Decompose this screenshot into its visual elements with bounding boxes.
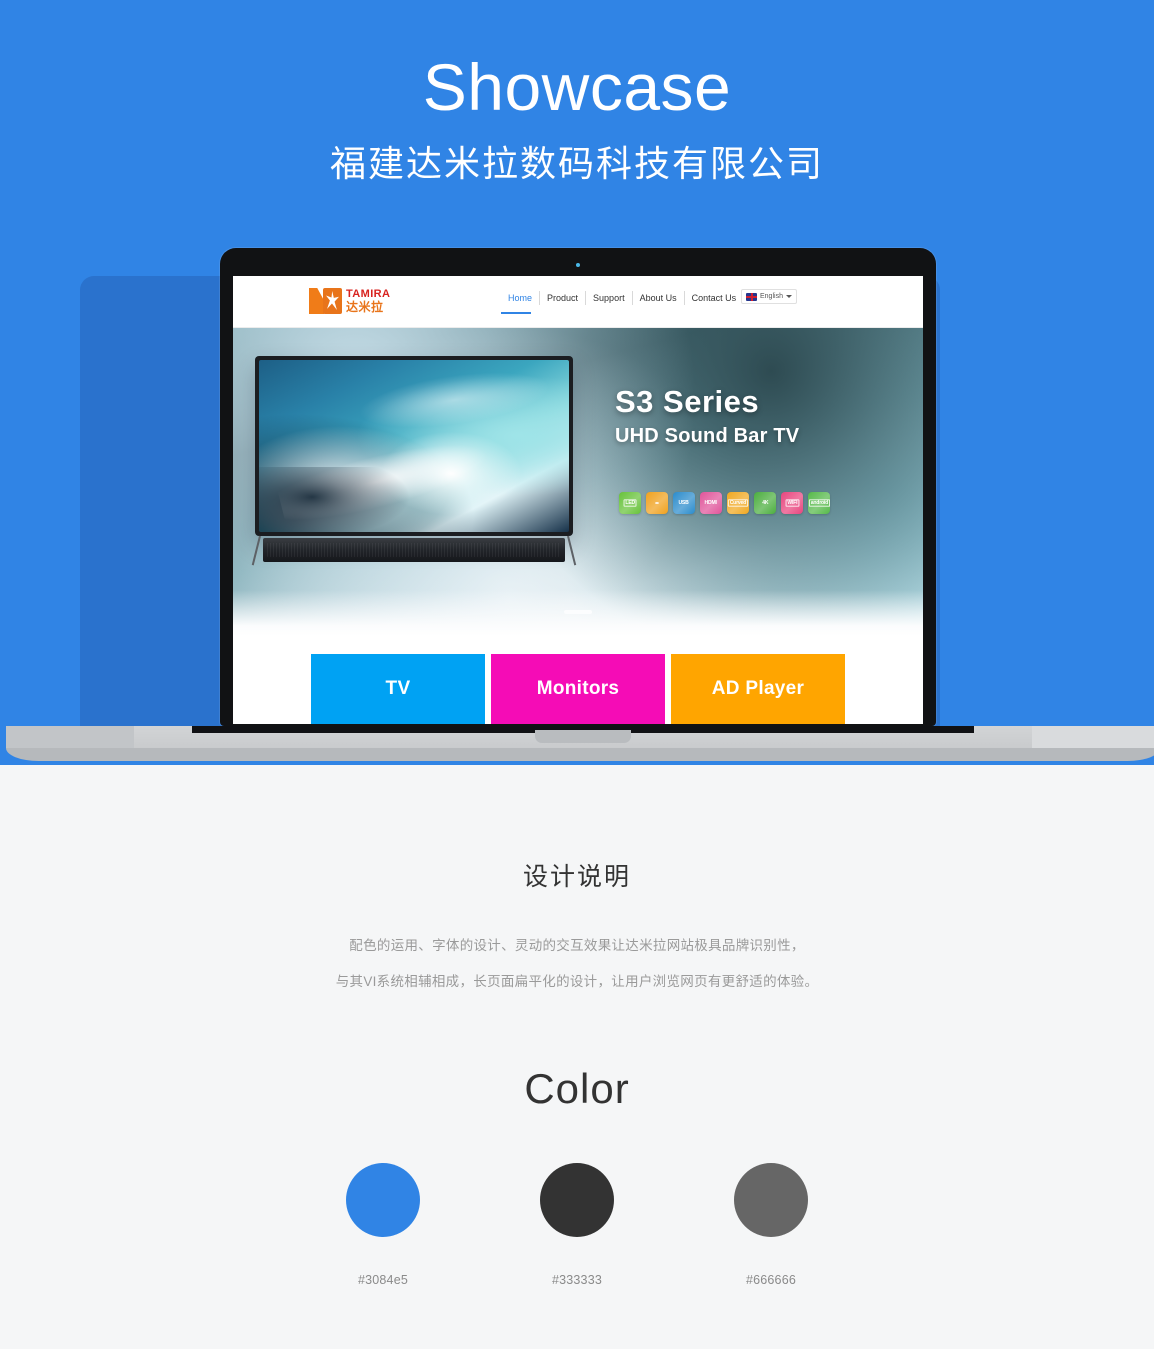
chevron-down-icon: [785, 295, 792, 298]
swatch-circle: [540, 1163, 614, 1237]
webcam-icon: [576, 263, 580, 267]
site-navbar: TAMIRA 达米拉 Home Product Support About Us…: [233, 276, 923, 328]
design-description: 配色的运用、字体的设计、灵动的交互效果让达米拉网站极具品牌识别性， 与其VI系统…: [0, 928, 1154, 1000]
nav-item-about-us[interactable]: About Us: [631, 291, 684, 305]
badge-curved: Curved: [727, 492, 749, 514]
badge-led: LED: [619, 492, 641, 514]
nav-active-indicator: [501, 312, 531, 314]
banner-subtitle: UHD Sound Bar TV: [615, 425, 800, 447]
design-line-1: 配色的运用、字体的设计、灵动的交互效果让达米拉网站极具品牌识别性，: [349, 938, 805, 953]
nav-item-support[interactable]: Support: [585, 291, 632, 305]
swatch-label: #666666: [745, 1273, 797, 1287]
language-selector[interactable]: English: [741, 289, 797, 304]
badge-usb: USB: [673, 492, 695, 514]
badge-wifi: WIFI: [781, 492, 803, 514]
swatch-mid-gray: #666666: [731, 1163, 811, 1287]
tile-monitors[interactable]: Monitors: [491, 654, 665, 724]
banner-copy: S3 Series UHD Sound Bar TV: [615, 384, 905, 449]
category-tiles: TV Monitors AD Player: [233, 636, 923, 724]
lower-section: 设计说明 配色的运用、字体的设计、灵动的交互效果让达米拉网站极具品牌识别性， 与…: [0, 765, 1154, 1349]
design-line-2: 与其VI系统相辅相成，长页面扁平化的设计，让用户浏览网页有更舒适的体验。: [335, 974, 819, 989]
tv-frame: [255, 356, 573, 536]
tv-screen-wallpaper: [259, 360, 569, 532]
site-hero-banner: S3 Series UHD Sound Bar TV LED USB HDMI …: [233, 328, 923, 636]
color-swatches: #3084e5 #333333 #666666: [0, 1163, 1154, 1287]
tile-ad-player[interactable]: AD Player: [671, 654, 845, 724]
page-subtitle: 福建达米拉数码科技有限公司: [329, 143, 824, 184]
logo-brand-cn: 达米拉: [346, 300, 384, 314]
badge-4k: 4K: [754, 492, 776, 514]
badge-hdmi: HDMI: [700, 492, 722, 514]
swatch-dark-gray: #333333: [537, 1163, 617, 1287]
nav-item-product[interactable]: Product: [539, 291, 585, 305]
laptop-mockup: TAMIRA 达米拉 Home Product Support About Us…: [6, 248, 1154, 765]
hero-section: Showcase 福建达米拉数码科技有限公司 TAMIRA 达米拉 Home P…: [0, 0, 1154, 765]
tv-leg-left: [251, 535, 261, 566]
language-label: English: [760, 293, 783, 300]
tv-leg-right: [567, 535, 577, 566]
device-connector-icon: [655, 502, 659, 504]
feature-badges: LED USB HDMI Curved 4K WIFI android: [619, 492, 830, 514]
site-logo[interactable]: TAMIRA 达米拉: [309, 285, 390, 317]
tv-sound-bar: [263, 538, 565, 562]
logo-brand-en: TAMIRA: [346, 288, 391, 300]
swatch-circle: [734, 1163, 808, 1237]
uk-flag-icon: [746, 292, 757, 301]
carousel-indicator[interactable]: [564, 610, 592, 614]
site-nav-links: Home Product Support About Us Contact Us: [501, 291, 743, 305]
color-heading: Color: [524, 1065, 630, 1112]
page-title: Showcase: [422, 50, 732, 124]
swatch-circle: [346, 1163, 420, 1237]
banner-title: S3 Series: [615, 384, 760, 419]
showcase-page: Showcase 福建达米拉数码科技有限公司 TAMIRA 达米拉 Home P…: [0, 0, 1154, 1349]
swatch-primary-blue: #3084e5: [343, 1163, 423, 1287]
tv-product-image: [251, 356, 577, 568]
swatch-label: #3084e5: [357, 1273, 409, 1287]
badge-device-connector: [646, 492, 668, 514]
nav-item-home[interactable]: Home: [501, 291, 539, 305]
swatch-label: #333333: [551, 1273, 603, 1287]
laptop-base-notch: [535, 730, 631, 743]
tamira-logo-icon: [309, 286, 343, 316]
laptop-lid: TAMIRA 达米拉 Home Product Support About Us…: [220, 248, 936, 726]
design-heading: 设计说明: [522, 863, 631, 891]
tile-tv[interactable]: TV: [311, 654, 485, 724]
nav-item-contact-us[interactable]: Contact Us: [683, 291, 744, 305]
badge-android: android: [808, 492, 830, 514]
laptop-base: [6, 726, 1154, 765]
laptop-screen: TAMIRA 达米拉 Home Product Support About Us…: [233, 276, 923, 724]
